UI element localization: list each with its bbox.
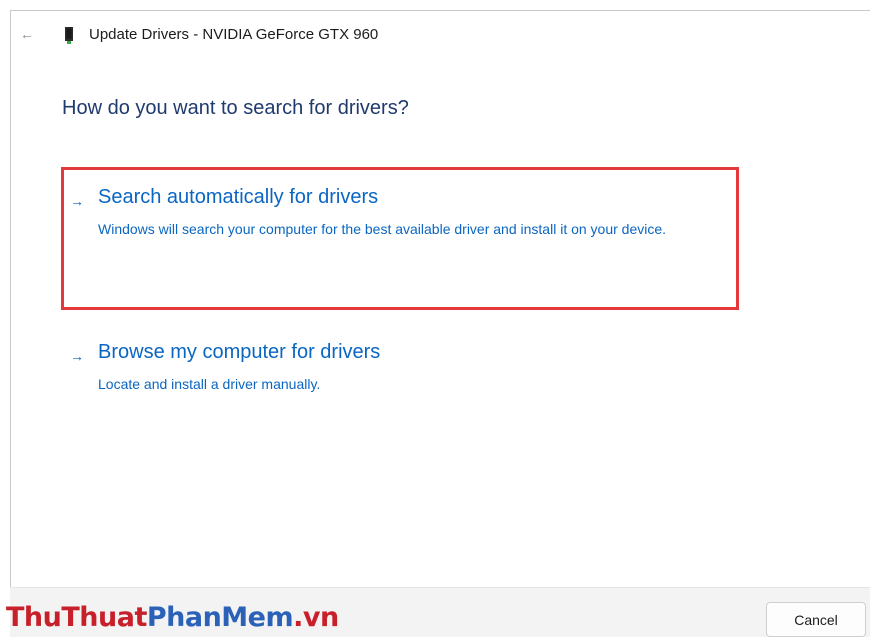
update-drivers-dialog: ← Update Drivers - NVIDIA GeForce GTX 96… [0, 0, 870, 637]
page-question-heading: How do you want to search for drivers? [62, 97, 409, 119]
display-adapter-icon [65, 27, 73, 44]
cancel-button[interactable]: Cancel [766, 602, 866, 637]
arrow-right-icon: → [70, 348, 84, 364]
back-arrow-icon[interactable]: ← [17, 24, 37, 44]
watermark-text-part2: PhanMem [146, 602, 294, 633]
watermark-text-part3: .vn [293, 602, 339, 633]
option-title: Browse my computer for drivers [98, 341, 381, 363]
option-description: Locate and install a driver manually. [98, 376, 321, 392]
window-title: Update Drivers - NVIDIA GeForce GTX 960 [89, 26, 379, 43]
arrow-right-icon: → [70, 193, 84, 209]
watermark-logo: ThuThuatPhanMem.vn [6, 602, 339, 633]
watermark-text-part1: ThuThuat [6, 602, 147, 633]
option-description: Windows will search your computer for th… [98, 221, 667, 237]
option-title: Search automatically for drivers [98, 186, 379, 208]
